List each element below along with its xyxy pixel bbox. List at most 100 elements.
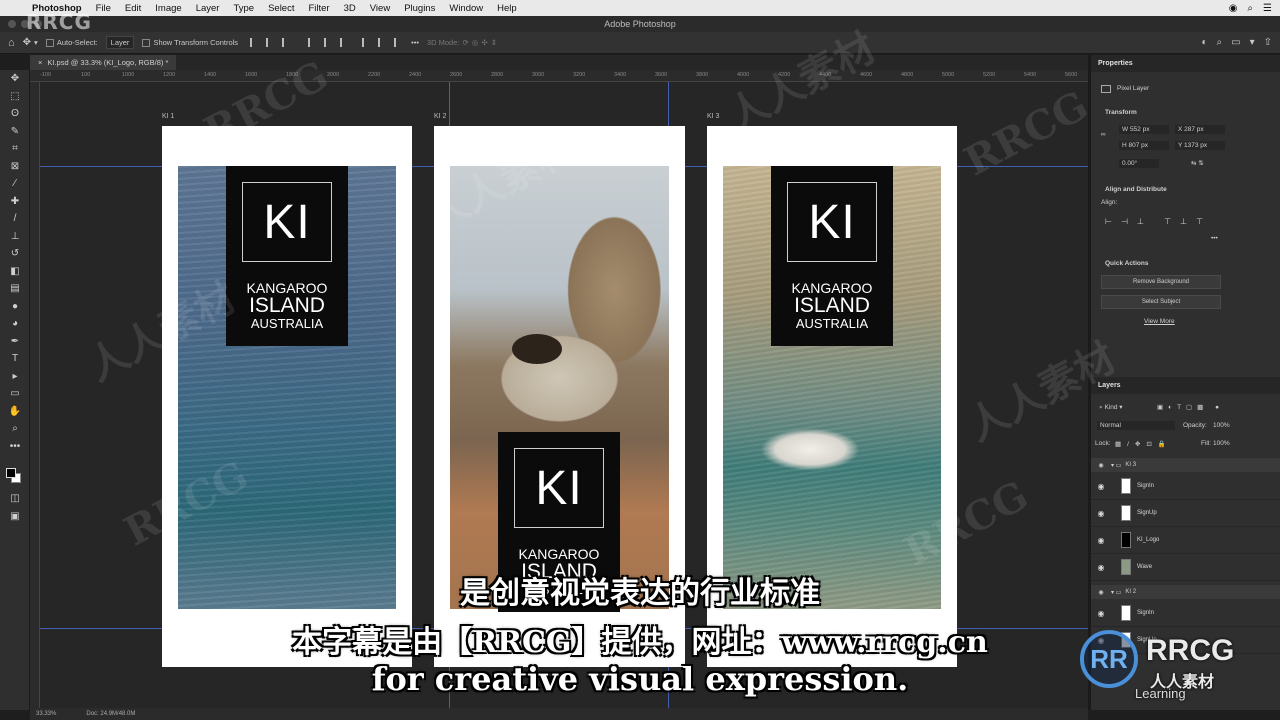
eye-icon[interactable]: ◉ xyxy=(1091,462,1111,469)
quick-select-tool-icon[interactable]: ✎ xyxy=(0,123,30,141)
artboard-label[interactable]: KI 2 xyxy=(434,113,446,120)
layer-row[interactable]: ◉ SignUp xyxy=(1091,500,1280,527)
doc-size[interactable]: Doc: 24.9M/48.0M xyxy=(86,711,135,717)
artboard-label[interactable]: KI 3 xyxy=(707,113,719,120)
edit-toolbar-icon[interactable]: ••• xyxy=(0,438,30,456)
quick-mask-icon[interactable]: ◫ xyxy=(0,490,30,508)
eye-icon[interactable]: ◉ xyxy=(1091,482,1111,491)
dodge-tool-icon[interactable]: ◕ xyxy=(0,315,30,333)
blur-tool-icon[interactable]: ● xyxy=(0,298,30,316)
more-align-icon[interactable]: ••• xyxy=(1211,235,1218,242)
search-icon[interactable]: ⌕ xyxy=(1247,3,1253,14)
clone-stamp-tool-icon[interactable]: ⊥ xyxy=(0,228,30,246)
view-more-link[interactable]: View More xyxy=(1144,318,1175,325)
eye-icon[interactable]: ◉ xyxy=(1091,509,1111,518)
healing-brush-tool-icon[interactable]: ✚ xyxy=(0,193,30,211)
flip-icons[interactable]: ⇆ ⇅ xyxy=(1191,159,1204,167)
menu-view[interactable]: View xyxy=(370,3,390,14)
fill-field[interactable]: 100% xyxy=(1213,440,1230,447)
link-icon[interactable]: ∞ xyxy=(1101,131,1106,138)
rectangle-tool-icon[interactable]: ▭ xyxy=(0,385,30,403)
document-tab[interactable]: × KI.psd @ 33.3% (KI_Logo, RGB/8) * xyxy=(30,55,177,70)
menu-window[interactable]: Window xyxy=(449,3,483,14)
distribute-3-icon[interactable] xyxy=(394,38,403,47)
filter-icons[interactable]: ▣◐T▢▩ ● xyxy=(1157,403,1224,411)
transform-controls-checkbox[interactable] xyxy=(142,38,151,47)
3d-slide-icon[interactable]: ⇕ xyxy=(491,38,497,47)
pen-tool-icon[interactable]: ✒ xyxy=(0,333,30,351)
layer-group-ki3[interactable]: ◉ ▾ ▭ KI 3 xyxy=(1091,458,1280,472)
control-center-icon[interactable]: ☰ xyxy=(1263,3,1272,14)
align-top-icon[interactable] xyxy=(308,38,317,47)
brush-tool-icon[interactable]: / xyxy=(0,210,30,228)
menu-filter[interactable]: Filter xyxy=(308,3,329,14)
menu-help[interactable]: Help xyxy=(497,3,517,14)
canvas-area[interactable]: KI 1 KI KANGAROO ISLAND AUSTRALIA KI 2 K… xyxy=(40,82,1088,708)
distribute-icon[interactable] xyxy=(362,38,371,47)
share-doc-icon[interactable]: ⇧ xyxy=(1264,37,1272,48)
marquee-tool-icon[interactable]: ⬚ xyxy=(0,88,30,106)
artboard-label[interactable]: KI 1 xyxy=(162,113,174,120)
menu-3d[interactable]: 3D xyxy=(344,3,356,14)
path-select-tool-icon[interactable]: ▸ xyxy=(0,368,30,386)
zoom-tool-icon[interactable]: ⌕ xyxy=(0,420,30,438)
height-field[interactable]: H 807 px xyxy=(1119,141,1169,150)
width-field[interactable]: W 552 px xyxy=(1119,125,1169,134)
type-tool-icon[interactable]: T xyxy=(0,350,30,368)
eraser-tool-icon[interactable]: ◧ xyxy=(0,263,30,281)
move-tool-icon[interactable]: ✥ xyxy=(0,70,30,88)
share-icon[interactable]: ◐ xyxy=(1201,37,1207,48)
lasso-tool-icon[interactable]: ʘ xyxy=(0,105,30,123)
align-bottom-icon[interactable] xyxy=(340,38,349,47)
layer-row[interactable]: ◉ SignIn xyxy=(1091,473,1280,500)
align-center-h-icon[interactable] xyxy=(266,38,275,47)
properties-tab[interactable]: Properties xyxy=(1091,55,1280,72)
kind-filter[interactable]: ⌕ Kind ▾ xyxy=(1099,403,1123,412)
foreground-color-swatch[interactable] xyxy=(6,468,16,478)
menu-plugins[interactable]: Plugins xyxy=(404,3,435,14)
blend-mode-dropdown[interactable]: Normal xyxy=(1097,421,1175,430)
align-section-title[interactable]: Align and Distribute xyxy=(1105,186,1167,193)
frame-tool-icon[interactable]: ⊠ xyxy=(0,158,30,176)
3d-roll-icon[interactable]: ◎ xyxy=(472,38,479,47)
align-left-icon[interactable] xyxy=(250,38,259,47)
auto-select-checkbox[interactable] xyxy=(45,38,54,47)
transform-section-title[interactable]: Transform xyxy=(1105,109,1137,116)
move-tool-icon[interactable]: ✥ xyxy=(23,37,31,48)
layers-tab[interactable]: Layers xyxy=(1091,377,1280,394)
menu-image[interactable]: Image xyxy=(155,3,181,14)
eyedropper-tool-icon[interactable]: ⁄ xyxy=(0,175,30,193)
screen-mode-icon[interactable]: ▣ xyxy=(0,508,30,526)
hand-tool-icon[interactable]: ✋ xyxy=(0,403,30,421)
menu-file[interactable]: File xyxy=(96,3,111,14)
distribute-2-icon[interactable] xyxy=(378,38,387,47)
search-icon[interactable]: ⌕ xyxy=(1217,37,1223,48)
more-options-icon[interactable]: ••• xyxy=(411,38,419,47)
history-brush-tool-icon[interactable]: ↺ xyxy=(0,245,30,263)
angle-field[interactable]: 0.00° xyxy=(1119,159,1159,168)
close-tab-icon[interactable]: × xyxy=(38,58,42,67)
menu-layer[interactable]: Layer xyxy=(196,3,220,14)
menu-type[interactable]: Type xyxy=(233,3,254,14)
eye-icon[interactable]: ◉ xyxy=(1091,536,1111,545)
menu-edit[interactable]: Edit xyxy=(125,3,141,14)
remove-background-button[interactable]: Remove Background xyxy=(1101,275,1221,289)
zoom-level[interactable]: 33.33% xyxy=(36,711,56,717)
x-field[interactable]: X 287 px xyxy=(1175,125,1225,134)
layer-row[interactable]: ◉ KI_Logo xyxy=(1091,527,1280,554)
quick-actions-title[interactable]: Quick Actions xyxy=(1105,260,1148,267)
creative-cloud-icon[interactable]: ◉ xyxy=(1229,3,1238,14)
menu-select[interactable]: Select xyxy=(268,3,294,14)
y-field[interactable]: Y 1373 px xyxy=(1175,141,1225,150)
chevron-down-icon[interactable]: ▾ xyxy=(34,38,38,47)
chevron-down-icon[interactable]: ▾ ▭ xyxy=(1111,462,1121,469)
align-right-icon[interactable] xyxy=(282,38,291,47)
lock-icons[interactable]: ▦/✥⊡🔒 xyxy=(1115,440,1172,448)
3d-orbit-icon[interactable]: ⟳ xyxy=(462,38,468,47)
home-icon[interactable]: ⌂ xyxy=(8,37,15,49)
workspace-icon[interactable]: ▭ xyxy=(1231,37,1240,48)
opacity-field[interactable]: 100% xyxy=(1213,422,1230,429)
auto-select-dropdown[interactable]: Layer xyxy=(105,36,135,49)
select-subject-button[interactable]: Select Subject xyxy=(1101,295,1221,309)
align-middle-v-icon[interactable] xyxy=(324,38,333,47)
